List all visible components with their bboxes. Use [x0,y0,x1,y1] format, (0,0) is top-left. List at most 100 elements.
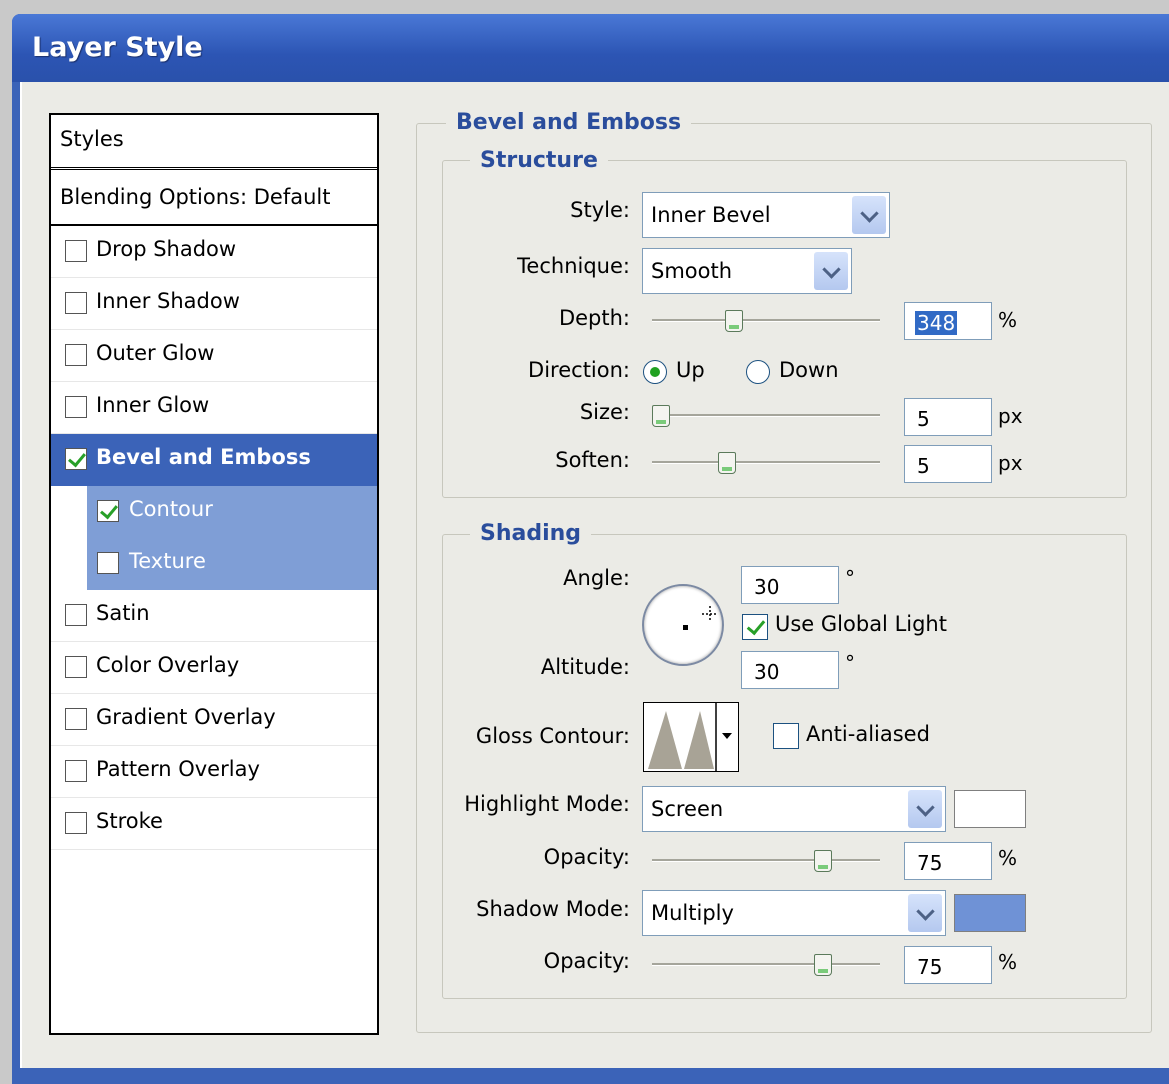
style-item-inner-glow[interactable]: Inner Glow [51,382,377,434]
style-item-color-overlay[interactable]: Color Overlay [51,642,377,694]
anti-aliased-label[interactable]: Anti-aliased [806,722,930,746]
altitude-input[interactable]: 30 [741,651,839,689]
outer-glow-checkbox[interactable] [65,344,87,366]
shadow-color-swatch[interactable] [954,894,1026,932]
style-item-label: Stroke [96,809,163,833]
depth-slider[interactable] [652,310,880,332]
shadow-mode-select[interactable]: Multiply [642,890,946,936]
chevron-down-icon[interactable] [814,252,848,290]
shadow-opacity-input[interactable]: 75 [904,946,992,984]
size-slider-thumb[interactable] [652,405,671,427]
style-item-texture[interactable]: Texture [87,538,377,590]
direction-up-radio[interactable] [643,360,667,384]
texture-checkbox[interactable] [97,552,119,574]
highlight-opacity-input[interactable]: 75 [904,842,992,880]
direction-up-label[interactable]: Up [676,358,705,382]
depth-input-value: 348 [915,311,958,335]
anti-aliased-checkbox[interactable] [773,723,799,749]
shadow-mode-value: Multiply [651,901,734,925]
angle-input[interactable]: 30 [741,566,839,604]
style-item-label: Bevel and Emboss [96,445,311,469]
shading-title: Shading [470,521,592,546]
style-item-pattern-overlay[interactable]: Pattern Overlay [51,746,377,798]
highlight-color-swatch[interactable] [954,790,1026,828]
highlight-opacity-slider-thumb[interactable] [814,850,832,872]
soften-slider[interactable] [652,452,880,474]
size-unit: px [998,404,1023,428]
angle-label: Angle: [563,566,630,590]
technique-label: Technique: [517,254,630,278]
inner-shadow-checkbox[interactable] [65,292,87,314]
style-item-label: Color Overlay [96,653,240,677]
style-item-label: Gradient Overlay [96,705,276,729]
soften-input[interactable]: 5 [904,445,992,483]
stroke-checkbox[interactable] [65,812,87,834]
title-bar[interactable]: Layer Style [12,14,1169,82]
use-global-light-checkbox[interactable] [742,614,768,640]
satin-checkbox[interactable] [65,604,87,626]
altitude-unit: ° [845,651,855,675]
style-item-contour[interactable]: Contour [87,486,377,538]
style-item-label: Drop Shadow [96,237,237,261]
styles-list: Styles Blending Options: Default Drop Sh… [49,113,379,1035]
altitude-input-value: 30 [754,660,780,684]
style-select-value: Inner Bevel [651,203,771,227]
gloss-contour-picker[interactable] [643,702,739,772]
highlight-mode-label: Highlight Mode: [464,792,630,816]
highlight-opacity-label: Opacity: [543,845,630,869]
depth-unit: % [998,308,1018,332]
pattern-overlay-checkbox[interactable] [65,760,87,782]
radio-dot [650,367,660,377]
chevron-down-icon[interactable] [908,790,942,828]
depth-slider-thumb[interactable] [725,310,744,332]
styles-list-header[interactable]: Styles [51,115,377,170]
highlight-mode-value: Screen [651,797,724,821]
soften-slider-thumb[interactable] [718,452,737,474]
shadow-opacity-slider[interactable] [652,954,880,976]
bevel-and-emboss-checkbox[interactable] [65,448,87,470]
highlight-mode-select[interactable]: Screen [642,786,946,832]
chevron-down-icon[interactable] [852,196,886,234]
checkmark-icon [746,615,766,636]
style-label: Style: [570,198,630,222]
use-global-light-label[interactable]: Use Global Light [775,612,947,636]
styles-header-label: Styles [60,127,124,151]
size-input[interactable]: 5 [904,398,992,436]
style-item-drop-shadow[interactable]: Drop Shadow [51,226,377,278]
technique-select[interactable]: Smooth [642,248,852,294]
angle-unit: ° [845,566,855,590]
style-select[interactable]: Inner Bevel [642,192,890,238]
style-item-label: Contour [129,497,213,521]
size-slider[interactable] [652,405,880,427]
chevron-down-icon[interactable] [908,894,942,932]
drop-shadow-checkbox[interactable] [65,240,87,262]
altitude-label: Altitude: [540,655,630,679]
highlight-opacity-unit: % [998,846,1018,870]
direction-down-radio[interactable] [746,360,770,384]
size-label: Size: [579,400,630,424]
highlight-opacity-slider[interactable] [652,850,880,872]
blending-options-item[interactable]: Blending Options: Default [51,173,377,226]
style-item-gradient-overlay[interactable]: Gradient Overlay [51,694,377,746]
style-item-label: Satin [96,601,150,625]
style-item-bevel-and-emboss[interactable]: Bevel and Emboss [51,434,377,486]
gradient-overlay-checkbox[interactable] [65,708,87,730]
inner-glow-checkbox[interactable] [65,396,87,418]
style-item-inner-shadow[interactable]: Inner Shadow [51,278,377,330]
style-item-outer-glow[interactable]: Outer Glow [51,330,377,382]
style-item-stroke[interactable]: Stroke [51,798,377,850]
angle-crosshair-icon [683,606,718,630]
shadow-opacity-label: Opacity: [543,949,630,973]
angle-dial[interactable] [642,584,724,666]
contour-checkbox[interactable] [97,500,119,522]
depth-input[interactable]: 348 [904,302,992,340]
size-input-value: 5 [917,407,930,431]
shadow-opacity-unit: % [998,950,1018,974]
soften-label: Soften: [555,448,630,472]
highlight-opacity-value: 75 [917,851,943,875]
color-overlay-checkbox[interactable] [65,656,87,678]
style-item-satin[interactable]: Satin [51,590,377,642]
shadow-opacity-slider-thumb[interactable] [814,954,832,976]
window-title: Layer Style [32,32,203,63]
direction-down-label[interactable]: Down [779,358,839,382]
